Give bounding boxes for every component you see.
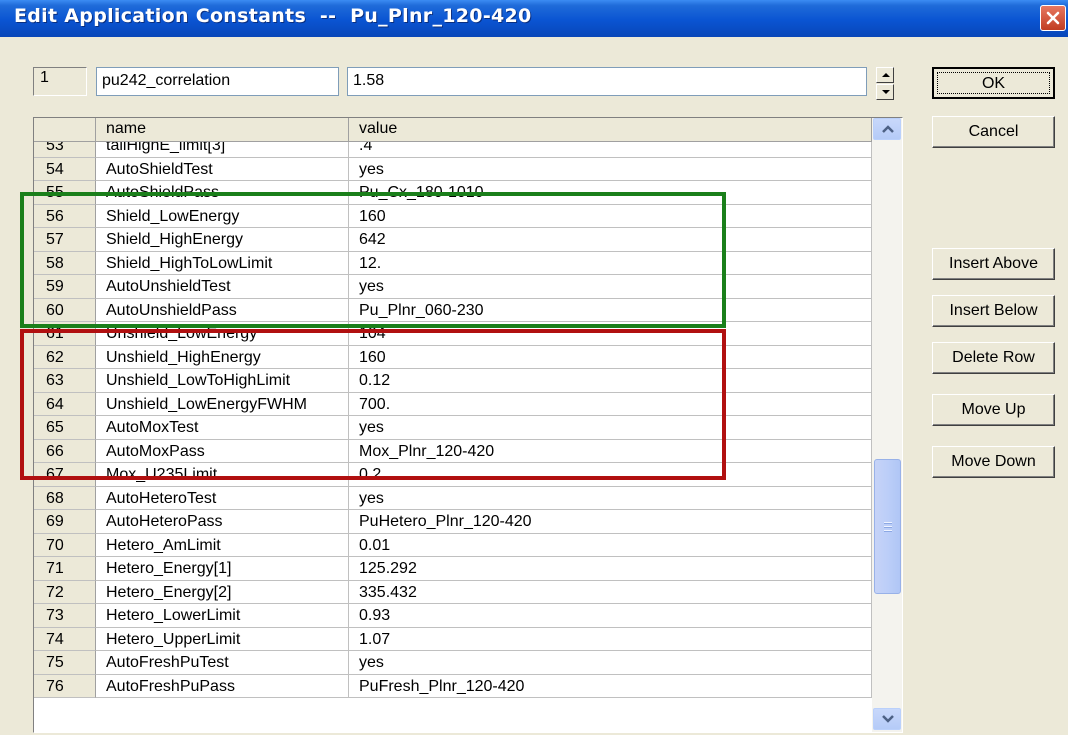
- value-cell[interactable]: 0.01: [349, 533, 872, 557]
- row-spinner[interactable]: [876, 67, 896, 101]
- row-index-cell[interactable]: 74: [34, 627, 96, 651]
- table-row[interactable]: 72 Hetero_Energy[2] 335.432: [34, 580, 872, 604]
- name-cell[interactable]: AutoHeteroPass: [96, 510, 349, 534]
- row-index-cell[interactable]: 54: [34, 157, 96, 181]
- value-cell[interactable]: PuHetero_Plnr_120-420: [349, 510, 872, 534]
- green-highlight-box: [20, 192, 726, 328]
- grip-icon: [884, 522, 892, 532]
- close-button[interactable]: [1040, 5, 1066, 31]
- name-cell[interactable]: AutoFreshPuPass: [96, 674, 349, 698]
- name-cell[interactable]: Hetero_LowerLimit: [96, 604, 349, 628]
- name-cell[interactable]: Hetero_Energy[1]: [96, 557, 349, 581]
- row-index-cell[interactable]: 69: [34, 510, 96, 534]
- table-row[interactable]: 70 Hetero_AmLimit 0.01: [34, 533, 872, 557]
- header-value[interactable]: value: [349, 118, 872, 142]
- focus-ring: [937, 72, 1050, 94]
- grid-header: name value: [34, 118, 872, 142]
- table-row[interactable]: 75 AutoFreshPuTest yes: [34, 651, 872, 675]
- row-index-cell[interactable]: 75: [34, 651, 96, 675]
- name-input[interactable]: pu242_correlation: [96, 67, 339, 96]
- name-cell[interactable]: Hetero_UpperLimit: [96, 627, 349, 651]
- value-cell[interactable]: PuFresh_Plnr_120-420: [349, 674, 872, 698]
- row-index-field: 1: [33, 67, 87, 96]
- delete-row-button[interactable]: Delete Row: [932, 342, 1055, 374]
- value-cell[interactable]: 125.292: [349, 557, 872, 581]
- row-index-cell[interactable]: 70: [34, 533, 96, 557]
- table-row[interactable]: 69 AutoHeteroPass PuHetero_Plnr_120-420: [34, 510, 872, 534]
- title-bar[interactable]: Edit Application Constants -- Pu_Plnr_12…: [0, 0, 1068, 37]
- table-row[interactable]: 76 AutoFreshPuPass PuFresh_Plnr_120-420: [34, 674, 872, 698]
- table-row[interactable]: 54 AutoShieldTest yes: [34, 157, 872, 181]
- table-row[interactable]: 73 Hetero_LowerLimit 0.93: [34, 604, 872, 628]
- ok-button[interactable]: OK: [932, 67, 1055, 99]
- insert-above-button[interactable]: Insert Above: [932, 248, 1055, 280]
- row-index-cell[interactable]: 76: [34, 674, 96, 698]
- name-cell[interactable]: AutoShieldTest: [96, 157, 349, 181]
- header-index: [34, 118, 96, 142]
- value-cell[interactable]: yes: [349, 486, 872, 510]
- value-cell[interactable]: yes: [349, 157, 872, 181]
- insert-below-button[interactable]: Insert Below: [932, 295, 1055, 327]
- scroll-thumb[interactable]: [874, 459, 901, 594]
- scroll-up-button[interactable]: [873, 118, 901, 140]
- table-row[interactable]: 71 Hetero_Energy[1] 125.292: [34, 557, 872, 581]
- row-index-cell[interactable]: 72: [34, 580, 96, 604]
- value-cell[interactable]: 335.432: [349, 580, 872, 604]
- move-up-button[interactable]: Move Up: [932, 394, 1055, 426]
- header-name[interactable]: name: [96, 118, 349, 142]
- dialog-body: 1 pu242_correlation 1.58 OK Cancel Inser…: [0, 37, 1068, 735]
- value-cell[interactable]: 0.93: [349, 604, 872, 628]
- spin-down-button[interactable]: [876, 84, 894, 100]
- red-highlight-box: [20, 329, 726, 480]
- name-cell[interactable]: Hetero_Energy[2]: [96, 580, 349, 604]
- scroll-down-button[interactable]: [873, 708, 901, 730]
- spin-up-button[interactable]: [876, 67, 894, 83]
- row-index-cell[interactable]: 71: [34, 557, 96, 581]
- cancel-button[interactable]: Cancel: [932, 116, 1055, 148]
- value-input[interactable]: 1.58: [347, 67, 867, 96]
- table-row[interactable]: 53 tailHighE_limit[3] .4: [34, 142, 872, 158]
- name-cell[interactable]: Hetero_AmLimit: [96, 533, 349, 557]
- table-row[interactable]: 74 Hetero_UpperLimit 1.07: [34, 627, 872, 651]
- name-cell[interactable]: tailHighE_limit[3]: [96, 142, 349, 158]
- window-title: Edit Application Constants -- Pu_Plnr_12…: [14, 5, 532, 27]
- name-cell[interactable]: AutoHeteroTest: [96, 486, 349, 510]
- vertical-scrollbar[interactable]: [872, 118, 902, 732]
- row-index-cell[interactable]: 73: [34, 604, 96, 628]
- value-cell[interactable]: .4: [349, 142, 872, 158]
- name-cell[interactable]: AutoFreshPuTest: [96, 651, 349, 675]
- value-cell[interactable]: 1.07: [349, 627, 872, 651]
- value-cell[interactable]: yes: [349, 651, 872, 675]
- row-index-cell[interactable]: 68: [34, 486, 96, 510]
- table-row[interactable]: 68 AutoHeteroTest yes: [34, 486, 872, 510]
- row-index-cell[interactable]: 53: [34, 142, 96, 158]
- move-down-button[interactable]: Move Down: [932, 446, 1055, 478]
